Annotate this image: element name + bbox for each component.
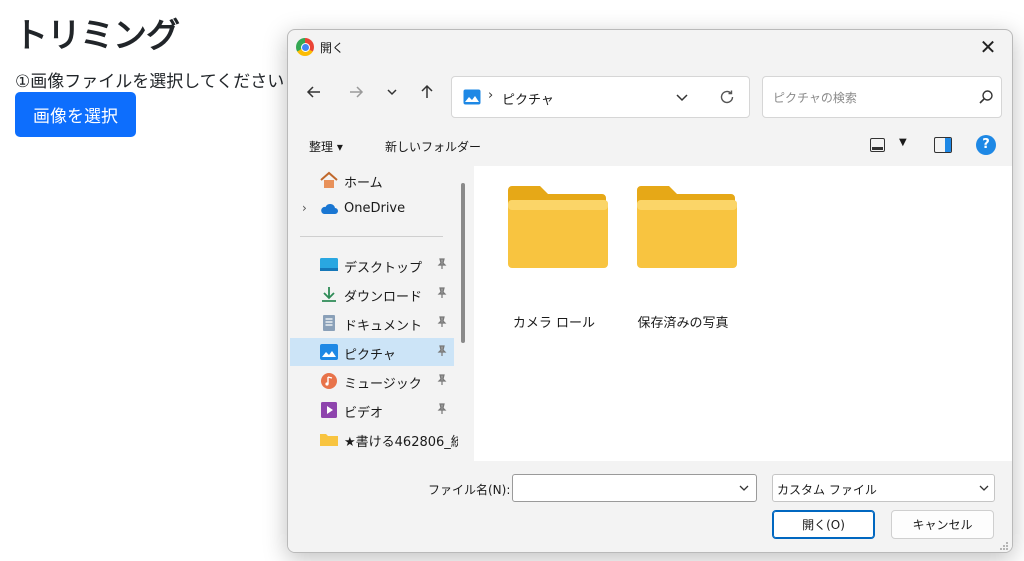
sidebar-item-videos[interactable]: ビデオ: [290, 396, 454, 424]
up-arrow-icon[interactable]: [413, 78, 441, 106]
sidebar-item-folder[interactable]: ★書ける462806_統: [290, 425, 458, 453]
page-title: トリミング: [14, 16, 180, 56]
filename-input[interactable]: [512, 474, 757, 502]
folder-saved-pictures[interactable]: 保存済みの写真: [623, 186, 743, 331]
cancel-button[interactable]: キャンセル: [891, 510, 994, 539]
pin-icon[interactable]: [436, 316, 448, 328]
sidebar-item-label: ピクチャ: [344, 348, 396, 363]
select-image-button[interactable]: 画像を選択: [15, 92, 136, 137]
navigation-pane: ホーム › OneDrive デスクトップ ダウンロード ドキュメント ピクチャ: [288, 166, 458, 461]
sidebar-item-label: ★書ける462806_統: [344, 435, 458, 450]
folder-icon: [508, 186, 608, 268]
breadcrumb-location[interactable]: ピクチャ: [502, 89, 554, 108]
address-bar[interactable]: › ピクチャ: [451, 76, 750, 118]
sidebar-item-onedrive[interactable]: › OneDrive: [290, 195, 454, 223]
command-toolbar: 整理 ▾ 新しいフォルダー ▼ ?: [288, 128, 1012, 164]
file-type-select[interactable]: カスタム ファイル: [772, 474, 995, 502]
open-button[interactable]: 開く(O): [772, 510, 875, 539]
pin-icon[interactable]: [436, 287, 448, 299]
chevron-down-icon[interactable]: [738, 482, 750, 494]
pin-icon[interactable]: [436, 345, 448, 357]
pictures-icon: [320, 344, 338, 360]
sidebar-item-label: OneDrive: [344, 201, 406, 216]
forward-arrow-icon[interactable]: [342, 78, 370, 106]
step-instruction: ①画像ファイルを選択してください: [15, 72, 285, 92]
breadcrumb-chevron-icon: ›: [488, 88, 494, 103]
folder-camera-roll[interactable]: カメラ ロール: [494, 186, 614, 331]
download-icon: [322, 287, 336, 302]
navigation-bar: › ピクチャ ピクチャの検索: [288, 64, 1012, 124]
music-icon: [321, 373, 337, 389]
sidebar-item-label: デスクトップ: [344, 261, 423, 276]
sidebar-item-label: ダウンロード: [344, 290, 423, 305]
refresh-icon[interactable]: [718, 88, 736, 106]
search-input[interactable]: ピクチャの検索: [762, 76, 1002, 118]
preview-pane-icon[interactable]: [934, 137, 952, 153]
chrome-icon: [296, 38, 314, 56]
folder-label: カメラ ロール: [512, 316, 596, 331]
sidebar-item-label: ビデオ: [344, 406, 384, 421]
resize-grip-icon[interactable]: [999, 541, 1009, 551]
sidebar-item-label: ミュージック: [344, 377, 422, 392]
dialog-footer: ファイル名(N): カスタム ファイル 開く(O) キャンセル: [288, 461, 1012, 552]
sidebar-item-pictures[interactable]: ピクチャ: [290, 338, 454, 366]
sidebar-item-home[interactable]: ホーム: [290, 166, 454, 194]
folder-icon: [637, 186, 737, 268]
back-arrow-icon[interactable]: [300, 78, 328, 106]
search-icon[interactable]: [978, 89, 994, 105]
video-icon: [321, 402, 337, 418]
cloud-icon: [321, 203, 338, 214]
file-list-area: カメラ ロール 保存済みの写真: [474, 166, 1012, 461]
pictures-icon: [463, 89, 481, 105]
organize-menu[interactable]: 整理 ▾: [309, 138, 343, 155]
dialog-titlebar: 開く ✕: [288, 30, 1012, 64]
sidebar-item-music[interactable]: ミュージック: [290, 367, 454, 395]
close-icon[interactable]: ✕: [974, 34, 1002, 60]
chevron-down-icon[interactable]: [978, 482, 990, 494]
expand-chevron-icon[interactable]: ›: [302, 201, 307, 215]
sidebar-item-downloads[interactable]: ダウンロード: [290, 280, 454, 308]
dialog-title: 開く: [320, 41, 345, 55]
sidebar-item-label: ドキュメント: [344, 319, 423, 334]
sidebar-item-partial[interactable]: [290, 454, 454, 461]
document-icon: [323, 315, 335, 331]
pin-icon[interactable]: [436, 258, 448, 270]
nav-scrollbar-thumb[interactable]: [461, 183, 465, 343]
folder-label: 保存済みの写真: [637, 316, 729, 331]
pin-icon[interactable]: [436, 403, 448, 415]
desktop-icon: [320, 258, 338, 271]
sidebar-item-desktop[interactable]: デスクトップ: [290, 251, 454, 279]
folder-icon: [320, 434, 338, 446]
sidebar-item-documents[interactable]: ドキュメント: [290, 309, 454, 337]
new-folder-button[interactable]: 新しいフォルダー: [385, 138, 481, 155]
filename-label: ファイル名(N):: [428, 483, 511, 497]
view-dropdown-icon[interactable]: ▼: [899, 137, 907, 148]
pin-icon[interactable]: [436, 374, 448, 386]
recent-locations-icon[interactable]: [378, 78, 406, 106]
sidebar-item-label: ホーム: [344, 176, 383, 191]
file-open-dialog: 開く ✕ › ピクチャ ピクチャの検索 整理 ▾ 新しいフォルダー ▼ ? ホー…: [287, 29, 1013, 553]
chevron-down-icon[interactable]: [674, 89, 690, 105]
home-icon: [320, 171, 338, 188]
help-icon[interactable]: ?: [976, 135, 996, 155]
nav-divider: [300, 236, 443, 237]
view-layout-icon[interactable]: [870, 138, 885, 152]
